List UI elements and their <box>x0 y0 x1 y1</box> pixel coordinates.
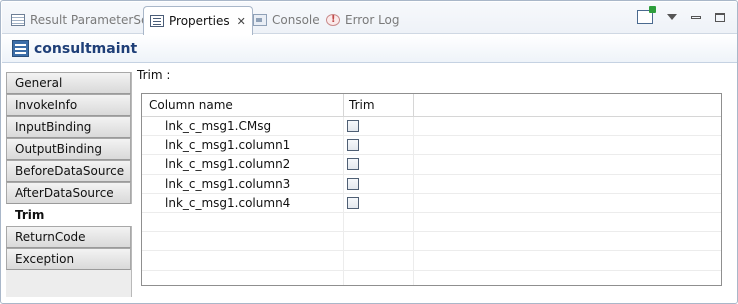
page-title: consultmaint <box>34 40 138 57</box>
nav-item-returncode[interactable]: ReturnCode <box>6 226 131 248</box>
nav-item-outputbinding[interactable]: OutputBinding <box>6 138 131 160</box>
column-name-cell: lnk_c_msg1.column4 <box>142 193 344 212</box>
tab-error-log[interactable]: Error Log <box>320 6 406 33</box>
view-menu-icon[interactable] <box>667 14 677 20</box>
table-body: lnk_c_msg1.CMsg lnk_c_msg1.column1 lnk_c_m… <box>142 117 721 286</box>
view-tab-bar: Result ParameterSet Properties ✕ Console… <box>2 2 737 35</box>
table-row[interactable]: lnk_c_msg1.column3 <box>142 174 721 194</box>
tab-label: Console <box>272 12 320 27</box>
column-header-filler <box>414 94 721 116</box>
table-row[interactable]: lnk_c_msg1.CMsg <box>142 117 721 137</box>
column-name-cell: lnk_c_msg1.column3 <box>142 174 344 193</box>
table-row[interactable] <box>142 212 721 233</box>
trim-cell <box>344 251 414 270</box>
properties-view: Result ParameterSet Properties ✕ Console… <box>0 0 738 304</box>
trim-cell <box>344 174 414 193</box>
column-name-cell: lnk_c_msg1.column1 <box>142 136 344 155</box>
column-name-cell <box>142 232 344 251</box>
view-toolbar <box>637 6 725 24</box>
column-name-cell <box>142 251 344 270</box>
tab-label: Properties <box>169 14 230 28</box>
nav-item-general[interactable]: General <box>6 72 131 94</box>
table-row[interactable]: lnk_c_msg1.column1 <box>142 136 721 156</box>
column-name-cell <box>142 212 344 232</box>
close-icon[interactable]: ✕ <box>237 15 246 28</box>
trim-checkbox[interactable] <box>347 158 359 171</box>
pin-to-selection-icon[interactable] <box>637 6 656 24</box>
filler-cell <box>414 155 721 173</box>
minimize-icon[interactable] <box>691 15 701 19</box>
nav-item-trim[interactable]: Trim <box>6 204 132 226</box>
tab-console[interactable]: Console <box>247 6 326 33</box>
section-label: Trim : <box>137 68 171 82</box>
trim-checkbox[interactable] <box>347 120 359 133</box>
trim-cell <box>344 136 414 155</box>
column-name-cell: lnk_c_msg1.column2 <box>142 155 344 174</box>
maximize-icon[interactable] <box>715 12 725 22</box>
column-header-name[interactable]: Column name <box>142 94 344 116</box>
column-name-cell <box>142 270 344 285</box>
properties-icon <box>150 15 164 27</box>
nav-item-exception[interactable]: Exception <box>6 248 131 270</box>
trim-cell <box>344 270 414 285</box>
tab-properties[interactable]: Properties ✕ <box>143 6 253 35</box>
console-icon <box>253 13 267 26</box>
tab-label: Error Log <box>345 12 400 27</box>
table-row[interactable]: lnk_c_msg1.column2 <box>142 155 721 175</box>
filler-cell <box>414 232 721 250</box>
table-row[interactable]: lnk_c_msg1.column4 <box>142 193 721 213</box>
properties-title-bar: consultmaint <box>2 35 737 63</box>
column-name-cell: lnk_c_msg1.CMsg <box>142 117 344 136</box>
tab-result-parameterset[interactable]: Result ParameterSet <box>5 6 159 33</box>
filler-cell <box>414 213 721 231</box>
table-icon <box>11 13 25 26</box>
trim-checkbox[interactable] <box>347 177 359 190</box>
trim-checkbox[interactable] <box>347 196 359 209</box>
trim-cell <box>344 232 414 251</box>
nav-item-afterdatasource[interactable]: AfterDataSource <box>6 182 131 204</box>
nav-item-invokeinfo[interactable]: InvokeInfo <box>6 94 131 116</box>
table-header: Column name Trim <box>142 94 721 117</box>
trim-cell <box>344 212 414 232</box>
trim-cell <box>344 117 414 136</box>
trim-cell <box>344 155 414 174</box>
filler-cell <box>414 251 721 269</box>
property-tabs-nav: General InvokeInfo InputBinding OutputBi… <box>6 72 132 297</box>
trim-cell <box>344 193 414 212</box>
nav-item-beforedatasource[interactable]: BeforeDataSource <box>6 160 131 182</box>
table-row[interactable] <box>142 232 721 252</box>
filler-cell <box>414 136 721 154</box>
error-log-icon <box>326 13 340 26</box>
filler-cell <box>414 194 721 212</box>
filler-cell <box>414 175 721 193</box>
trim-checkbox[interactable] <box>347 139 359 152</box>
trim-table: Column name Trim lnk_c_msg1.CMsg lnk_c_ms… <box>141 93 722 286</box>
table-row[interactable] <box>142 270 721 286</box>
component-icon <box>12 40 29 57</box>
filler-cell <box>414 117 721 135</box>
table-row[interactable] <box>142 251 721 271</box>
column-header-trim[interactable]: Trim <box>344 94 414 116</box>
filler-cell <box>414 271 721 286</box>
nav-item-inputbinding[interactable]: InputBinding <box>6 116 131 138</box>
tab-label: Result ParameterSet <box>30 12 154 27</box>
